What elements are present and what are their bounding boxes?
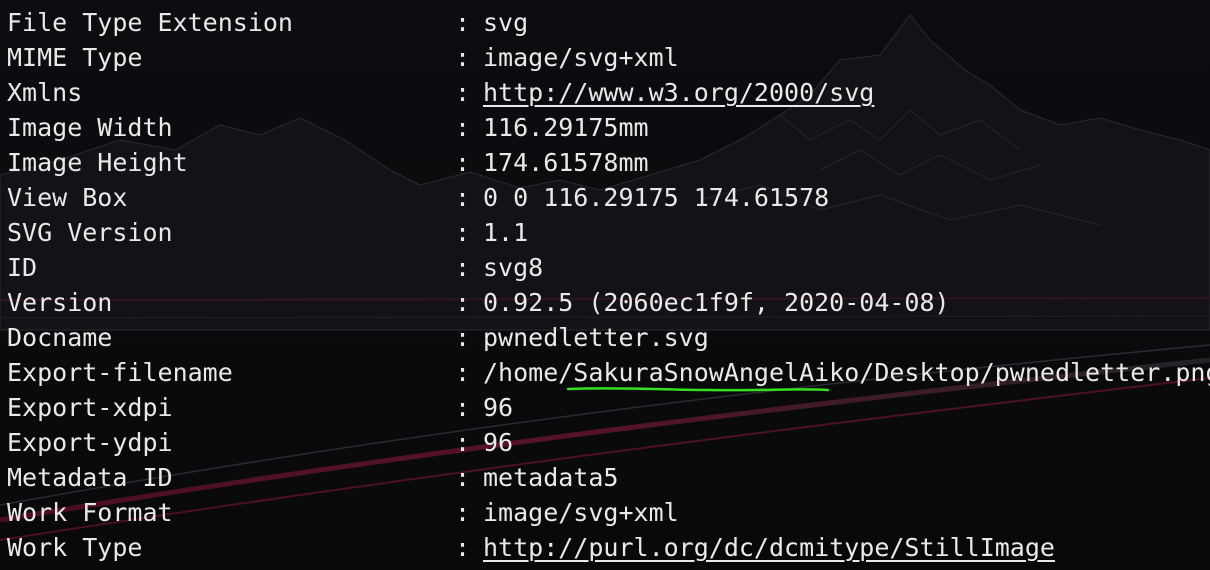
output-line: Work Type: http://purl.org/dc/dcmitype/St… xyxy=(0,530,1210,565)
field-value: 174.61578mm xyxy=(483,148,649,177)
field-name: Work Format xyxy=(7,498,173,527)
output-line: MIME Type: image/svg+xml xyxy=(0,40,1210,75)
output-line: Work Format: image/svg+xml xyxy=(0,495,1210,530)
underline-stroke xyxy=(566,387,830,392)
field-value: 0.92.5 (2060ec1f9f, 2020-04-08) xyxy=(483,288,950,317)
field-separator: : xyxy=(455,533,471,562)
field-name: Export-xdpi xyxy=(7,393,173,422)
field-name: ID xyxy=(7,253,38,282)
output-line: View Box:0 0 116.29175 174.61578 xyxy=(0,180,1210,215)
output-line: Image Height:174.61578mm xyxy=(0,145,1210,180)
field-name: File Type Extension xyxy=(7,8,293,37)
field-value: image/svg+xml xyxy=(483,43,679,72)
field-separator: : xyxy=(455,498,471,527)
field-value: 0 0 116.29175 174.61578 xyxy=(483,183,830,212)
field-value: 96 xyxy=(483,428,514,457)
field-name: Version xyxy=(7,288,113,317)
field-value: 96 xyxy=(483,393,514,422)
output-line: ID: svg8 xyxy=(0,250,1210,285)
field-name: Docname xyxy=(7,323,113,352)
field-name: MIME Type xyxy=(7,43,143,72)
field-separator: : xyxy=(455,463,471,492)
field-name: Metadata ID xyxy=(7,463,173,492)
field-value: 116.29175mm xyxy=(483,113,649,142)
field-name: Export-filename xyxy=(7,358,233,387)
field-separator: : xyxy=(455,428,471,457)
output-line: File Type Extension: svg xyxy=(0,5,1210,40)
field-name: Export-ydpi xyxy=(7,428,173,457)
field-name: Image Height xyxy=(7,148,188,177)
output-line: Image Width:116.29175mm xyxy=(0,110,1210,145)
field-value-link[interactable]: http://www.w3.org/2000/svg xyxy=(483,75,874,110)
field-separator: : xyxy=(455,43,471,72)
field-separator: : xyxy=(455,148,471,177)
field-separator: : xyxy=(455,253,471,282)
field-value: 1.1 xyxy=(483,218,529,247)
output-line: Xmlns: http://www.w3.org/2000/svg xyxy=(0,75,1210,110)
field-name: Xmlns xyxy=(7,78,83,107)
field-separator: : xyxy=(455,323,471,352)
output-line: Version:0.92.5 (2060ec1f9f, 2020-04-08) xyxy=(0,285,1210,320)
green-handwritten-underline xyxy=(566,387,830,392)
field-name: Work Type xyxy=(7,533,143,562)
field-value: svg xyxy=(483,8,529,37)
output-line: Docname: pwnedletter.svg xyxy=(0,320,1210,355)
output-line: Metadata ID: metadata5 xyxy=(0,460,1210,495)
field-name: Image Width xyxy=(7,113,173,142)
field-value: svg8 xyxy=(483,253,544,282)
field-value: metadata5 xyxy=(483,463,619,492)
field-value-link[interactable]: http://purl.org/dc/dcmitype/StillImage xyxy=(483,530,1055,565)
field-separator: : xyxy=(455,358,471,387)
field-separator: : xyxy=(455,218,471,247)
field-value: image/svg+xml xyxy=(483,498,679,527)
field-separator: : xyxy=(455,8,471,37)
field-separator: : xyxy=(455,288,471,317)
field-separator: : xyxy=(455,183,471,212)
terminal-window[interactable]: File Type Extension: svg MIME Type: image/s… xyxy=(0,0,1210,570)
field-separator: : xyxy=(455,113,471,142)
exif-output: File Type Extension: svg MIME Type: image/s… xyxy=(0,0,1210,565)
output-line: SVG Version:1.1 xyxy=(0,215,1210,250)
output-line: Export-ydpi:96 xyxy=(0,425,1210,460)
field-value: pwnedletter.svg xyxy=(483,323,709,352)
field-name: SVG Version xyxy=(7,218,173,247)
field-name: View Box xyxy=(7,183,128,212)
field-separator: : xyxy=(455,393,471,422)
field-separator: : xyxy=(455,78,471,107)
